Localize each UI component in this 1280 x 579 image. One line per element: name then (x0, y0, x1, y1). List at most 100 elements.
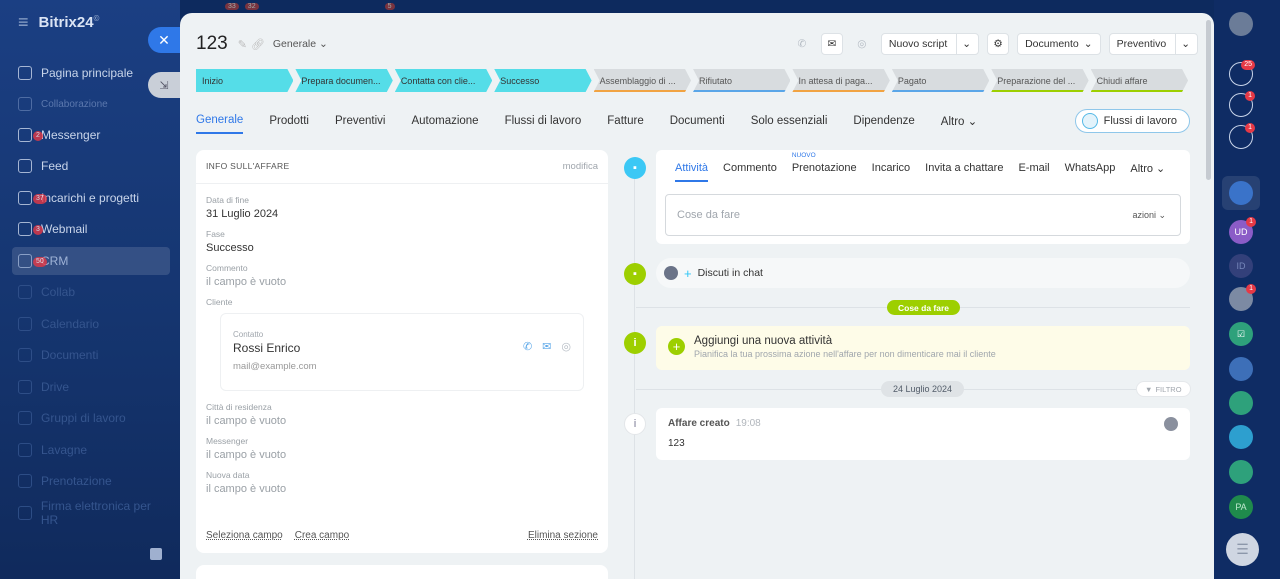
add-activity-title: Aggiungi una nuova attività (694, 335, 833, 347)
stage-9[interactable]: Chiudi affare (1091, 69, 1188, 92)
stage-8[interactable]: Preparazione del ... (991, 69, 1088, 92)
user-avatar-ud[interactable]: UD 1 (1229, 217, 1256, 244)
tab-3[interactable]: Automazione (411, 109, 478, 133)
discuss-in-chat[interactable]: + Discuti in chat (656, 258, 1190, 288)
group-icon[interactable] (1229, 391, 1253, 415)
chat-icon[interactable]: 1 (1229, 123, 1255, 149)
actions-dropdown[interactable]: azioni ⌄ (1132, 210, 1166, 221)
sidebar-item-collab[interactable]: Collab (12, 278, 170, 306)
chat-icon[interactable]: ◎ (851, 33, 873, 55)
field-end-date[interactable]: Data di fine 31 Luglio 2024 (196, 195, 608, 220)
tab-1[interactable]: Prodotti (269, 109, 309, 133)
activity-tab-6[interactable]: WhatsApp (1065, 162, 1116, 182)
printer-icon[interactable] (150, 548, 162, 560)
link-icon[interactable]: 🔗︎ (251, 38, 265, 51)
settings-button[interactable]: ⚙ (987, 33, 1010, 55)
new-script-button[interactable]: Nuovo script ⌄ (880, 33, 980, 55)
user-avatar-pa[interactable]: PA (1229, 495, 1253, 519)
field-comment[interactable]: Commento il campo è vuoto (196, 263, 608, 288)
tab-9[interactable]: Altro ⌄ (941, 108, 978, 134)
stage-2[interactable]: Contatta con clie... (395, 69, 492, 92)
bookmark-icon[interactable] (1229, 181, 1253, 205)
stage-6[interactable]: In attesa di paga... (792, 69, 889, 92)
filter-button[interactable]: ▼ FILTRO (1136, 381, 1191, 397)
target-icon[interactable]: 1 (1229, 91, 1255, 117)
delete-section-link[interactable]: Elimina sezione (528, 530, 598, 541)
menu-icon[interactable]: ≡ (18, 12, 29, 33)
tab-6[interactable]: Documenti (670, 109, 725, 133)
sidebar-item-webmail[interactable]: 3 Webmail (12, 215, 170, 243)
tab-7[interactable]: Solo essenziali (751, 109, 828, 133)
group-icon[interactable] (1229, 357, 1253, 381)
activity-tab-0[interactable]: Attività (675, 162, 709, 182)
field-label: Città di residenza (206, 402, 272, 412)
field-messenger[interactable]: Messenger il campo è vuoto (196, 436, 608, 461)
user-avatar[interactable]: 1 (1229, 284, 1256, 311)
add-activity-banner[interactable]: + Aggiungi una nuova attività Pianifica … (656, 326, 1190, 370)
activity-tab-3[interactable]: Incarico (872, 162, 911, 182)
group-icon[interactable] (1229, 460, 1253, 484)
sidebar-item-home[interactable]: Pagina principale (12, 59, 170, 87)
pencil-icon[interactable]: ✎ (238, 38, 247, 51)
sidebar-item-booking[interactable]: Prenotazione (12, 467, 170, 495)
contact-name[interactable]: Rossi Enrico (233, 341, 571, 355)
edit-link[interactable]: modifica (563, 161, 598, 183)
quote-button[interactable]: Preventivo ⌄ (1108, 33, 1198, 55)
sidebar-item-crm[interactable]: 50 CRM (12, 247, 170, 275)
activity-tab-5[interactable]: E-mail (1018, 162, 1049, 182)
stage-1[interactable]: Prepara documen... (295, 69, 392, 92)
stage-0[interactable]: Inizio (196, 69, 293, 92)
counter-badge: 33 (225, 3, 239, 10)
sidebar-item-feed[interactable]: Feed (12, 152, 170, 180)
sidebar-item-documents[interactable]: Documenti (12, 341, 170, 369)
mail-icon[interactable]: ✉ (820, 33, 843, 55)
activity-tab-4[interactable]: Invita a chattare (925, 162, 1003, 182)
add-activity-subtitle: Pianifica la tua prossima azione nell'af… (694, 349, 996, 359)
create-field-link[interactable]: Crea campo (295, 530, 349, 541)
brand[interactable]: ≡ Bitrix24© (18, 12, 99, 33)
scrollbar[interactable] (1206, 20, 1211, 180)
user-avatar-id[interactable]: ID (1229, 254, 1253, 278)
tab-2[interactable]: Preventivi (335, 109, 386, 133)
menu-icon[interactable]: ☰ (1226, 533, 1259, 566)
check-icon[interactable]: ☑ (1229, 322, 1253, 346)
category-selector[interactable]: Generale ⌄ (273, 38, 328, 50)
minimize-slider-button[interactable]: ⇲ (148, 72, 180, 98)
activity-tab-2[interactable]: NUOVO Prenotazione (792, 152, 857, 182)
stage-3[interactable]: Successo (494, 69, 591, 92)
activity-tab-1[interactable]: Commento (723, 162, 777, 182)
avatar[interactable] (1229, 12, 1253, 36)
sidebar-item-e-signature[interactable]: Firma elettronica per HR (12, 499, 170, 527)
phone-icon[interactable]: ✆ (791, 33, 813, 55)
sidebar-item-drive[interactable]: Drive (12, 373, 170, 401)
phone-icon[interactable]: ✆ (523, 340, 532, 353)
sidebar-item-collaboration[interactable]: Collaborazione (12, 90, 170, 118)
field-city[interactable]: Città di residenza il campo è vuoto (196, 402, 608, 427)
sidebar-item-calendar[interactable]: Calendario (12, 310, 170, 338)
tab-0[interactable]: Generale (196, 108, 244, 134)
sidebar-item-messenger[interactable]: 2 Messenger (12, 121, 170, 149)
contact-email[interactable]: mail@example.com (233, 361, 571, 372)
select-field-link[interactable]: Seleziona campo (206, 530, 283, 541)
contact-card[interactable]: Contatto Rossi Enrico mail@example.com ✆… (220, 313, 584, 391)
sidebar-item-tasks[interactable]: 37 Incarichi e progetti (12, 184, 170, 212)
bell-icon[interactable]: 25 (1229, 60, 1255, 86)
close-slider-button[interactable]: ✕ (148, 27, 180, 53)
workflows-button[interactable]: Flussi di lavoro (1074, 109, 1190, 133)
document-button[interactable]: Documento ⌄ (1017, 33, 1101, 55)
sidebar-item-workgroups[interactable]: Gruppi di lavoro (12, 404, 170, 432)
tab-4[interactable]: Flussi di lavoro (505, 109, 582, 133)
todo-input[interactable]: Cose da fare azioni ⌄ (665, 194, 1181, 236)
stage-5[interactable]: Rifiutato (693, 69, 790, 92)
stage-4[interactable]: Assemblaggio di ... (594, 69, 691, 92)
stage-7[interactable]: Pagato (892, 69, 989, 92)
field-stage[interactable]: Fase Successo (196, 229, 608, 254)
chat-icon[interactable]: ◎ (561, 340, 571, 353)
tab-5[interactable]: Fatture (607, 109, 643, 133)
chat-icon[interactable] (1229, 425, 1253, 449)
activity-tab-7[interactable]: Altro ⌄ (1130, 162, 1165, 182)
field-new-date[interactable]: Nuova data il campo è vuoto (196, 470, 608, 495)
mail-icon[interactable]: ✉ (542, 340, 551, 353)
sidebar-item-boards[interactable]: Lavagne (12, 436, 170, 464)
tab-8[interactable]: Dipendenze (853, 109, 914, 133)
